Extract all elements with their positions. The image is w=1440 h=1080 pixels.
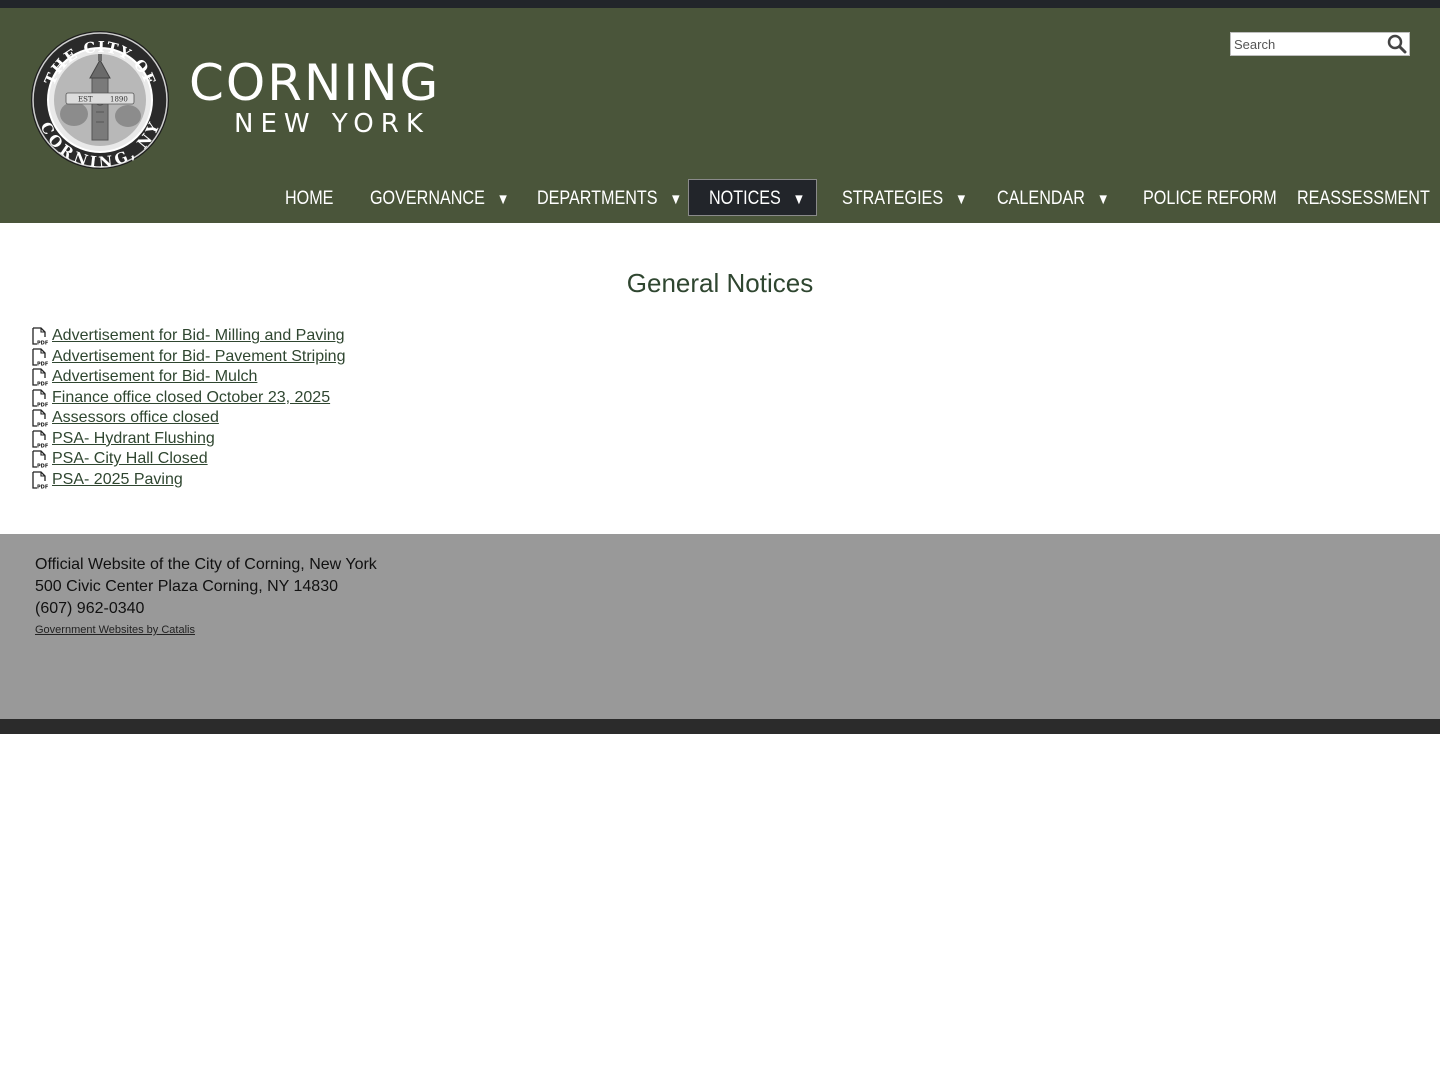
svg-text:PDF: PDF	[37, 382, 48, 387]
search-input[interactable]	[1234, 35, 1384, 53]
svg-text:PDF: PDF	[37, 443, 48, 448]
notice-link[interactable]: Assessors office closed	[52, 409, 219, 427]
footer-address: 500 Civic Center Plaza Corning, NY 14830	[35, 578, 338, 595]
pdf-file-icon: PDF	[32, 368, 48, 386]
page-title: General Notices	[626, 268, 814, 298]
nav-item-reassessment[interactable]: REASSESSMENT	[1297, 179, 1430, 217]
city-seal-logo[interactable]: EST 1890 THE CITY OF CORNING, NY	[30, 30, 170, 170]
bottom-bar	[0, 719, 1440, 734]
list-item: PDF Finance office closed October 23, 20…	[32, 388, 345, 409]
top-bar	[0, 0, 1440, 8]
nav-item-notices[interactable]: NOTICES ▼	[709, 179, 805, 217]
nav-item-strategies[interactable]: STRATEGIES ▼	[842, 179, 968, 217]
notices-list: PDF Advertisement for Bid- Milling and P…	[32, 326, 345, 490]
notice-link[interactable]: PSA- 2025 Paving	[52, 471, 183, 489]
search-icon[interactable]	[1387, 34, 1407, 54]
list-item: PDF PSA- City Hall Closed	[32, 449, 345, 470]
site-wordmark-subtitle[interactable]: NEW YORK	[234, 111, 430, 137]
nav-item-calendar[interactable]: CALENDAR ▼	[997, 179, 1109, 217]
svg-text:PDF: PDF	[37, 341, 48, 346]
pdf-file-icon: PDF	[32, 430, 48, 448]
list-item: PDF PSA- 2025 Paving	[32, 470, 345, 491]
list-item: PDF Advertisement for Bid- Pavement Stri…	[32, 347, 345, 368]
pdf-file-icon: PDF	[32, 409, 48, 427]
nav-item-departments[interactable]: DEPARTMENTS ▼	[537, 179, 682, 217]
notice-link[interactable]: PSA- City Hall Closed	[52, 450, 208, 468]
footer-phone: (607) 962-0340	[35, 600, 145, 617]
dropdown-caret-icon: ▼	[955, 191, 968, 208]
nav-item-home[interactable]: HOME	[285, 179, 333, 217]
site-wordmark[interactable]: CORNING	[189, 58, 440, 108]
svg-text:PDF: PDF	[37, 484, 48, 489]
dropdown-caret-icon: ▼	[669, 191, 683, 208]
main-navigation: HOME GOVERNANCE ▼ DEPARTMENTS ▼ NOTICES ▼ S…	[0, 179, 1440, 217]
pdf-file-icon: PDF	[32, 471, 48, 489]
notice-link[interactable]: Finance office closed October 23, 2025	[52, 389, 330, 407]
dropdown-caret-icon: ▼	[792, 191, 806, 208]
notice-link[interactable]: Advertisement for Bid- Milling and Pavin…	[52, 327, 345, 345]
pdf-file-icon: PDF	[32, 389, 48, 407]
pdf-file-icon: PDF	[32, 348, 48, 366]
svg-text:PDF: PDF	[37, 361, 48, 366]
svg-text:PDF: PDF	[37, 402, 48, 407]
list-item: PDF Advertisement for Bid- Milling and P…	[32, 326, 345, 347]
svg-text:EST: EST	[78, 96, 93, 104]
site-footer: Official Website of the City of Corning,…	[0, 534, 1440, 719]
svg-text:PDF: PDF	[37, 423, 48, 428]
svg-text:1890: 1890	[110, 96, 128, 104]
notice-link[interactable]: Advertisement for Bid- Mulch	[52, 368, 257, 386]
list-item: PDF Assessors office closed	[32, 408, 345, 429]
pdf-file-icon: PDF	[32, 450, 48, 468]
nav-item-police-reform[interactable]: POLICE REFORM	[1143, 179, 1277, 217]
svg-text:PDF: PDF	[37, 464, 48, 469]
notice-link[interactable]: PSA- Hydrant Flushing	[52, 430, 215, 448]
dropdown-caret-icon: ▼	[1096, 191, 1110, 208]
pdf-file-icon: PDF	[32, 327, 48, 345]
list-item: PDF PSA- Hydrant Flushing	[32, 429, 345, 450]
notice-link[interactable]: Advertisement for Bid- Pavement Striping	[52, 348, 345, 366]
list-item: PDF Advertisement for Bid- Mulch	[32, 367, 345, 388]
dropdown-caret-icon: ▼	[496, 191, 510, 208]
search-box	[1230, 32, 1410, 56]
footer-site-name: Official Website of the City of Corning,…	[35, 556, 377, 573]
nav-item-governance[interactable]: GOVERNANCE ▼	[370, 179, 509, 217]
footer-credit-link[interactable]: Government Websites by Catalis	[35, 624, 195, 636]
